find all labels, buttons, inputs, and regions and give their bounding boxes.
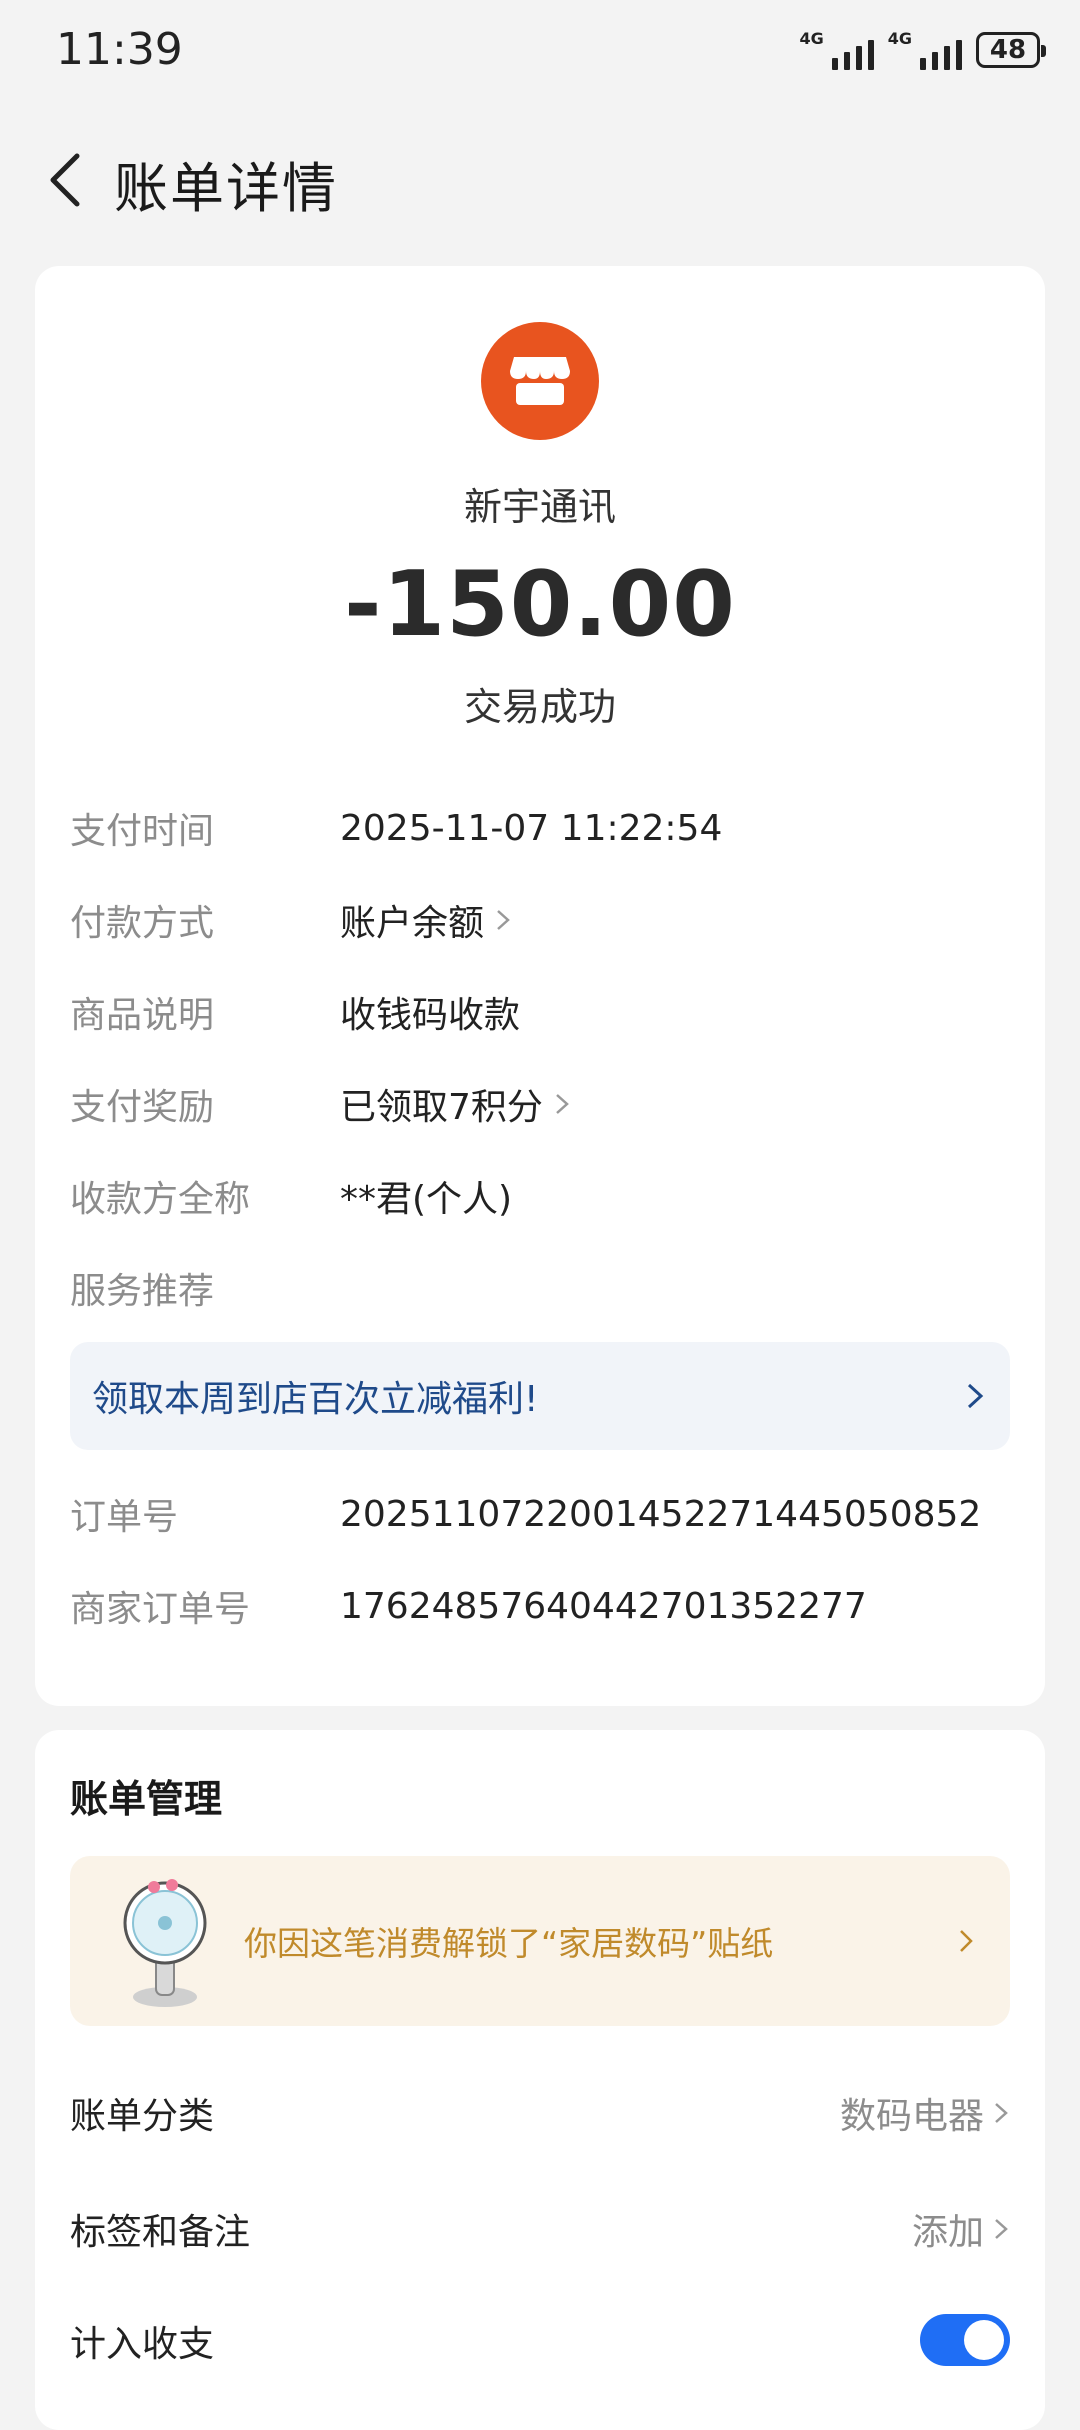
chevron-right-icon xyxy=(956,1924,976,1958)
include-in-budget-row: 计入收支 xyxy=(70,2324,215,2365)
cellular-signal-icon-2: 4G xyxy=(888,30,962,70)
status-icons: 4G 4G 48 xyxy=(799,30,1046,70)
transaction-card: 新宇通讯 -150.00 交易成功 支付时间 2025-11-07 11:22:… xyxy=(35,266,1045,1706)
bill-category-row[interactable]: 账单分类 数码电器 xyxy=(70,2078,1010,2148)
tags-notes-row[interactable]: 标签和备注 添加 xyxy=(70,2194,1010,2264)
sticker-banner[interactable]: 你因这笔消费解锁了“家居数码”贴纸 xyxy=(70,1856,1010,2026)
status-bar: 11:39 4G 4G 48 xyxy=(0,0,1080,110)
promo-banner[interactable]: 领取本周到店百次立减福利! xyxy=(70,1342,1010,1450)
chevron-right-icon xyxy=(964,1378,986,1414)
cellular-signal-icon: 4G xyxy=(799,30,874,70)
page-title: 账单详情 xyxy=(114,157,338,220)
merchant-name: 新宇通讯 xyxy=(463,485,616,529)
bill-management-card: 账单管理 你因这笔消费解锁了“家居数码”贴纸 账单分类 数码电器 标签和备注 添… xyxy=(35,1730,1045,2430)
detail-row-order-no: 订单号 2025110722001452271445050852 xyxy=(70,1493,982,1539)
back-button[interactable] xyxy=(30,142,100,218)
sticker-text: 你因这笔消费解锁了“家居数码”贴纸 xyxy=(244,1924,774,1963)
status-time: 11:39 xyxy=(56,24,183,75)
transaction-status: 交易成功 xyxy=(463,685,616,729)
detail-row-pay-time: 支付时间 2025-11-07 11:22:54 xyxy=(70,807,723,853)
detail-row-payee: 收款方全称 **君(个人) xyxy=(70,1179,513,1220)
chevron-left-icon xyxy=(50,153,80,207)
detail-row-reward[interactable]: 支付奖励 已领取7积分 xyxy=(70,1074,1010,1134)
detail-row-payment-method[interactable]: 付款方式 账户余额 xyxy=(70,890,1010,950)
chevron-right-icon xyxy=(995,2103,1008,2123)
detail-row-service: 服务推荐 xyxy=(70,1271,215,1312)
toggle-knob xyxy=(964,2320,1004,2360)
page-header: 账单详情 xyxy=(0,130,1080,230)
transaction-amount: -150.00 xyxy=(344,552,736,657)
fan-sticker-icon xyxy=(110,1871,220,2011)
battery-icon: 48 xyxy=(976,32,1046,68)
include-in-budget-toggle[interactable] xyxy=(920,2314,1010,2366)
chevron-right-icon xyxy=(553,1089,571,1119)
detail-row-merchant-order-no: 商家订单号 17624857640442701352277 xyxy=(70,1585,867,1631)
storefront-icon xyxy=(481,322,599,440)
detail-row-description: 商品说明 收钱码收款 xyxy=(70,995,521,1036)
chevron-right-icon xyxy=(995,2219,1008,2239)
promo-text: 领取本周到店百次立减福利! xyxy=(92,1379,539,1420)
section-title: 账单管理 xyxy=(70,1777,223,1821)
chevron-right-icon xyxy=(494,905,512,935)
